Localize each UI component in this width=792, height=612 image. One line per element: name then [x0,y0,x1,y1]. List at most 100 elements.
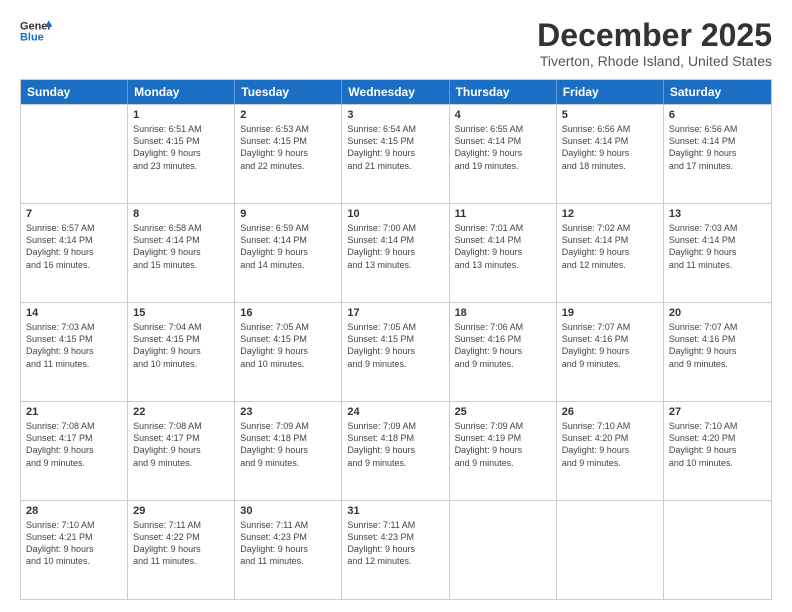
day-info: Sunrise: 6:57 AMSunset: 4:14 PMDaylight:… [26,222,122,271]
day-info: Sunrise: 7:11 AMSunset: 4:22 PMDaylight:… [133,519,229,568]
day-number: 6 [669,109,766,121]
day-number: 3 [347,109,443,121]
day-info: Sunrise: 7:11 AMSunset: 4:23 PMDaylight:… [240,519,336,568]
cal-cell: 13 Sunrise: 7:03 AMSunset: 4:14 PMDayligh… [664,204,771,302]
day-info: Sunrise: 7:09 AMSunset: 4:19 PMDaylight:… [455,420,551,469]
day-info: Sunrise: 6:56 AMSunset: 4:14 PMDaylight:… [669,123,766,172]
cal-cell: 11 Sunrise: 7:01 AMSunset: 4:14 PMDayligh… [450,204,557,302]
cal-cell: 3 Sunrise: 6:54 AMSunset: 4:15 PMDaylight… [342,105,449,203]
cal-cell: 19 Sunrise: 7:07 AMSunset: 4:16 PMDayligh… [557,303,664,401]
day-info: Sunrise: 7:02 AMSunset: 4:14 PMDaylight:… [562,222,658,271]
day-info: Sunrise: 7:00 AMSunset: 4:14 PMDaylight:… [347,222,443,271]
day-info: Sunrise: 7:09 AMSunset: 4:18 PMDaylight:… [240,420,336,469]
week-row-1: 1 Sunrise: 6:51 AMSunset: 4:15 PMDaylight… [21,104,771,203]
cal-cell: 7 Sunrise: 6:57 AMSunset: 4:14 PMDaylight… [21,204,128,302]
day-number: 1 [133,109,229,121]
calendar-body: 1 Sunrise: 6:51 AMSunset: 4:15 PMDaylight… [21,104,771,599]
day-info: Sunrise: 7:07 AMSunset: 4:16 PMDaylight:… [562,321,658,370]
day-header-tuesday: Tuesday [235,80,342,104]
day-info: Sunrise: 6:59 AMSunset: 4:14 PMDaylight:… [240,222,336,271]
cal-cell: 5 Sunrise: 6:56 AMSunset: 4:14 PMDaylight… [557,105,664,203]
calendar-header: SundayMondayTuesdayWednesdayThursdayFrid… [21,80,771,104]
month-title: December 2025 [537,18,772,53]
day-number: 21 [26,406,122,418]
page: General Blue December 2025 Tiverton, Rho… [0,0,792,612]
day-number: 31 [347,505,443,517]
day-number: 17 [347,307,443,319]
day-info: Sunrise: 6:54 AMSunset: 4:15 PMDaylight:… [347,123,443,172]
cal-cell: 4 Sunrise: 6:55 AMSunset: 4:14 PMDaylight… [450,105,557,203]
day-header-monday: Monday [128,80,235,104]
day-number: 29 [133,505,229,517]
day-info: Sunrise: 6:56 AMSunset: 4:14 PMDaylight:… [562,123,658,172]
day-number: 14 [26,307,122,319]
day-info: Sunrise: 6:58 AMSunset: 4:14 PMDaylight:… [133,222,229,271]
day-info: Sunrise: 6:53 AMSunset: 4:15 PMDaylight:… [240,123,336,172]
day-number: 13 [669,208,766,220]
cal-cell: 2 Sunrise: 6:53 AMSunset: 4:15 PMDaylight… [235,105,342,203]
day-info: Sunrise: 6:51 AMSunset: 4:15 PMDaylight:… [133,123,229,172]
day-header-saturday: Saturday [664,80,771,104]
day-info: Sunrise: 7:05 AMSunset: 4:15 PMDaylight:… [240,321,336,370]
cal-cell: 29 Sunrise: 7:11 AMSunset: 4:22 PMDayligh… [128,501,235,599]
day-number: 4 [455,109,551,121]
day-number: 7 [26,208,122,220]
cal-cell: 30Sunrise: 7:11 AMSunset: 4:23 PMDayligh… [235,501,342,599]
day-info: Sunrise: 7:09 AMSunset: 4:18 PMDaylight:… [347,420,443,469]
cal-cell: 25 Sunrise: 7:09 AMSunset: 4:19 PMDayligh… [450,402,557,500]
day-info: Sunrise: 7:10 AMSunset: 4:21 PMDaylight:… [26,519,122,568]
day-header-thursday: Thursday [450,80,557,104]
day-header-sunday: Sunday [21,80,128,104]
cal-cell: 14Sunrise: 7:03 AMSunset: 4:15 PMDayligh… [21,303,128,401]
day-info: Sunrise: 7:10 AMSunset: 4:20 PMDaylight:… [669,420,766,469]
day-info: Sunrise: 7:03 AMSunset: 4:14 PMDaylight:… [669,222,766,271]
day-number: 8 [133,208,229,220]
day-info: Sunrise: 6:55 AMSunset: 4:14 PMDaylight:… [455,123,551,172]
cal-cell [21,105,128,203]
day-info: Sunrise: 7:08 AMSunset: 4:17 PMDaylight:… [133,420,229,469]
day-info: Sunrise: 7:01 AMSunset: 4:14 PMDaylight:… [455,222,551,271]
day-number: 27 [669,406,766,418]
day-number: 25 [455,406,551,418]
day-number: 20 [669,307,766,319]
week-row-2: 7 Sunrise: 6:57 AMSunset: 4:14 PMDaylight… [21,203,771,302]
day-info: Sunrise: 7:10 AMSunset: 4:20 PMDaylight:… [562,420,658,469]
cal-cell: 10 Sunrise: 7:00 AMSunset: 4:14 PMDayligh… [342,204,449,302]
day-number: 2 [240,109,336,121]
title-block: December 2025 Tiverton, Rhode Island, Un… [537,18,772,69]
day-info: Sunrise: 7:08 AMSunset: 4:17 PMDaylight:… [26,420,122,469]
cal-cell [450,501,557,599]
cal-cell [557,501,664,599]
week-row-5: 28Sunrise: 7:10 AMSunset: 4:21 PMDayligh… [21,500,771,599]
cal-cell: 28Sunrise: 7:10 AMSunset: 4:21 PMDayligh… [21,501,128,599]
week-row-3: 14Sunrise: 7:03 AMSunset: 4:15 PMDayligh… [21,302,771,401]
day-number: 12 [562,208,658,220]
cal-cell: 20Sunrise: 7:07 AMSunset: 4:16 PMDayligh… [664,303,771,401]
day-number: 18 [455,307,551,319]
cal-cell: 27 Sunrise: 7:10 AMSunset: 4:20 PMDayligh… [664,402,771,500]
day-number: 23 [240,406,336,418]
logo: General Blue [20,18,52,46]
header: General Blue December 2025 Tiverton, Rho… [20,18,772,69]
day-number: 19 [562,307,658,319]
day-number: 26 [562,406,658,418]
cal-cell: 16 Sunrise: 7:05 AMSunset: 4:15 PMDayligh… [235,303,342,401]
svg-text:Blue: Blue [20,31,44,43]
cal-cell: 21 Sunrise: 7:08 AMSunset: 4:17 PMDayligh… [21,402,128,500]
day-info: Sunrise: 7:04 AMSunset: 4:15 PMDaylight:… [133,321,229,370]
cal-cell [664,501,771,599]
day-number: 5 [562,109,658,121]
day-number: 10 [347,208,443,220]
day-header-wednesday: Wednesday [342,80,449,104]
cal-cell: 8 Sunrise: 6:58 AMSunset: 4:14 PMDaylight… [128,204,235,302]
day-number: 16 [240,307,336,319]
cal-cell: 1 Sunrise: 6:51 AMSunset: 4:15 PMDaylight… [128,105,235,203]
cal-cell: 23 Sunrise: 7:09 AMSunset: 4:18 PMDayligh… [235,402,342,500]
day-number: 15 [133,307,229,319]
logo-icon: General Blue [20,18,52,46]
day-info: Sunrise: 7:06 AMSunset: 4:16 PMDaylight:… [455,321,551,370]
cal-cell: 24Sunrise: 7:09 AMSunset: 4:18 PMDayligh… [342,402,449,500]
cal-cell: 31Sunrise: 7:11 AMSunset: 4:23 PMDayligh… [342,501,449,599]
cal-cell: 22Sunrise: 7:08 AMSunset: 4:17 PMDayligh… [128,402,235,500]
day-number: 11 [455,208,551,220]
